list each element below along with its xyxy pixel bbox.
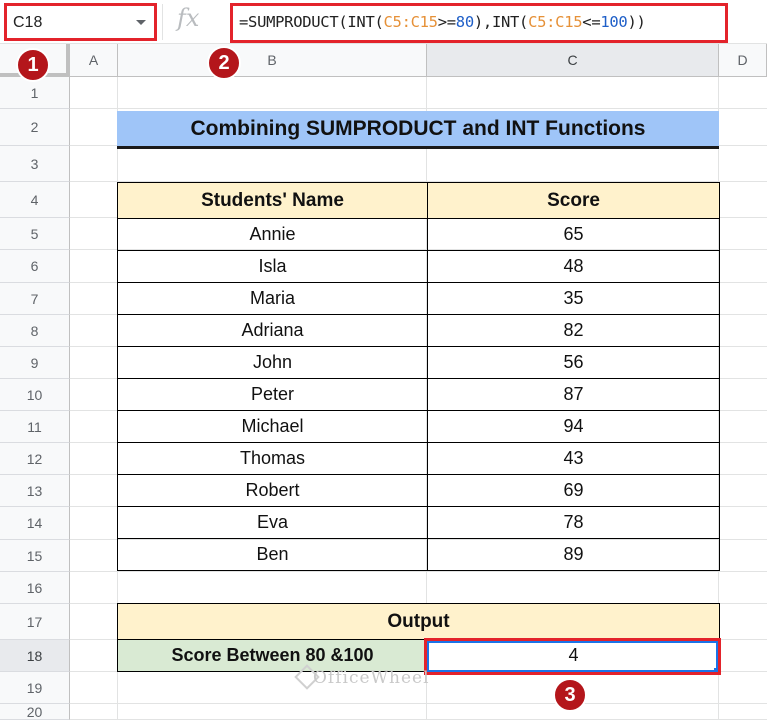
header-students-name[interactable]: Students' Name (117, 182, 428, 219)
formula-token: C5:C15 (383, 13, 439, 31)
table-header-row: Students' Name Score (117, 182, 720, 219)
step-marker-2: 2 (207, 46, 241, 80)
formula-token: 100 (600, 13, 628, 31)
row-header-16[interactable]: 16 (0, 572, 70, 604)
score-cell[interactable]: 78 (427, 506, 720, 539)
table-row: Maria 35 (117, 282, 720, 315)
student-name-cell[interactable]: Thomas (117, 442, 428, 475)
score-cell[interactable]: 35 (427, 282, 720, 315)
name-box[interactable]: C18 (4, 3, 157, 41)
student-name-cell[interactable]: Adriana (117, 314, 428, 347)
formula-token: )) (627, 13, 646, 31)
watermark: OfficeWheel (313, 668, 430, 688)
formula-token: ),INT( (473, 13, 529, 31)
column-header-b[interactable]: B (118, 44, 427, 77)
formula-token: <= (582, 13, 601, 31)
formula-bar: C18 fx =SUMPRODUCT(INT(C5:C15>=80),INT(C… (0, 0, 767, 44)
student-name-cell[interactable]: John (117, 346, 428, 379)
row-header-10[interactable]: 10 (0, 379, 70, 411)
formula-divider (162, 4, 163, 40)
output-header-row: Output (117, 603, 720, 640)
formula-input[interactable]: =SUMPRODUCT(INT(C5:C15>=80),INT(C5:C15<=… (230, 3, 728, 43)
score-cell[interactable]: 87 (427, 378, 720, 411)
table-row: Robert 69 (117, 474, 720, 507)
row-header-14[interactable]: 14 (0, 507, 70, 540)
formula-token: =SUMPRODUCT(INT( (239, 13, 384, 31)
highlight-box-output (424, 638, 721, 675)
score-cell[interactable]: 48 (427, 250, 720, 283)
row-header-7[interactable]: 7 (0, 283, 70, 315)
row-header-2[interactable]: 2 (0, 109, 70, 146)
row-header-9[interactable]: 9 (0, 347, 70, 379)
gridline (70, 108, 767, 109)
output-label[interactable]: Score Between 80 &100 (117, 639, 428, 672)
row-header-5[interactable]: 5 (0, 218, 70, 250)
score-cell[interactable]: 43 (427, 442, 720, 475)
table-row: John 56 (117, 346, 720, 379)
row-header-15[interactable]: 15 (0, 540, 70, 572)
student-name-cell[interactable]: Annie (117, 218, 428, 251)
table-row: Adriana 82 (117, 314, 720, 347)
table-row: Peter 87 (117, 378, 720, 411)
table-row: Annie 65 (117, 218, 720, 251)
row-header-20[interactable]: 20 (0, 704, 70, 720)
step-marker-1: 1 (16, 48, 50, 82)
name-box-value: C18 (13, 14, 43, 31)
row-header-6[interactable]: 6 (0, 250, 70, 283)
column-header-a[interactable]: A (70, 44, 118, 77)
table-row: Ben 89 (117, 538, 720, 571)
formula-token: >= (437, 13, 456, 31)
score-cell[interactable]: 69 (427, 474, 720, 507)
student-name-cell[interactable]: Isla (117, 250, 428, 283)
gridline (70, 571, 767, 572)
output-header[interactable]: Output (117, 603, 720, 640)
row-header-8[interactable]: 8 (0, 315, 70, 347)
score-cell[interactable]: 65 (427, 218, 720, 251)
row-header-17[interactable]: 17 (0, 604, 70, 640)
student-name-cell[interactable]: Eva (117, 506, 428, 539)
student-name-cell[interactable]: Maria (117, 282, 428, 315)
table-row: Michael 94 (117, 410, 720, 443)
formula-token: 80 (455, 13, 474, 31)
column-header-d[interactable]: D (719, 44, 767, 77)
table-row: Thomas 43 (117, 442, 720, 475)
sheet-title[interactable]: Combining SUMPRODUCT and INT Functions (117, 111, 719, 149)
row-header-18[interactable]: 18 (0, 640, 70, 672)
formula-token: C5:C15 (528, 13, 583, 31)
step-marker-3: 3 (553, 678, 587, 712)
score-cell[interactable]: 94 (427, 410, 720, 443)
student-name-cell[interactable]: Michael (117, 410, 428, 443)
row-header-11[interactable]: 11 (0, 411, 70, 443)
student-name-cell[interactable]: Ben (117, 538, 428, 571)
gridline (70, 703, 767, 704)
student-name-cell[interactable]: Robert (117, 474, 428, 507)
row-header-3[interactable]: 3 (0, 146, 70, 182)
score-cell[interactable]: 89 (427, 538, 720, 571)
row-header-4[interactable]: 4 (0, 182, 70, 218)
row-header-19[interactable]: 19 (0, 672, 70, 704)
row-header-12[interactable]: 12 (0, 443, 70, 475)
column-header-c[interactable]: C (427, 44, 719, 77)
score-cell[interactable]: 56 (427, 346, 720, 379)
students-table: Students' Name Score Annie 65 Isla 48 Maria 3… (117, 182, 720, 571)
table-row: Isla 48 (117, 250, 720, 283)
table-row: Eva 78 (117, 506, 720, 539)
score-cell[interactable]: 82 (427, 314, 720, 347)
student-name-cell[interactable]: Peter (117, 378, 428, 411)
row-header-13[interactable]: 13 (0, 475, 70, 507)
header-score[interactable]: Score (427, 182, 720, 219)
chevron-down-icon[interactable] (136, 20, 146, 25)
fx-icon: fx (177, 4, 200, 32)
